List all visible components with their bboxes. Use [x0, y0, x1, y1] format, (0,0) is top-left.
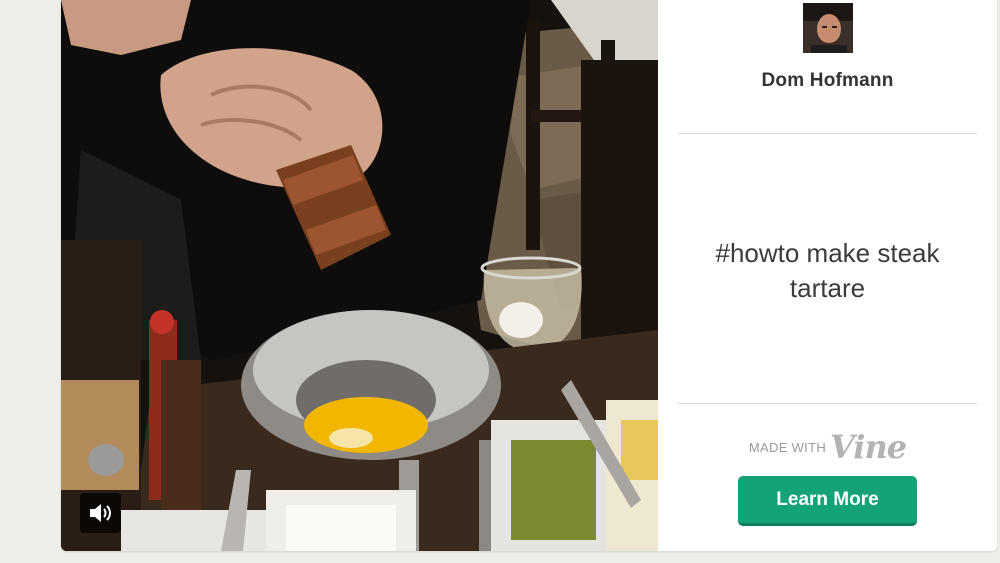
divider-bottom	[678, 403, 977, 404]
post-sidebar: Dom Hofmann #howto make steak tartare MA…	[658, 0, 997, 551]
divider-top	[678, 133, 977, 134]
avatar[interactable]	[803, 3, 853, 53]
video-player[interactable]	[61, 0, 658, 551]
author-name[interactable]: Dom Hofmann	[658, 70, 997, 92]
speaker-volume-icon	[89, 504, 111, 522]
avatar-portrait	[803, 3, 853, 53]
learn-more-button[interactable]: Learn More	[738, 476, 917, 526]
vine-logo: Vine	[830, 428, 907, 466]
video-frame	[61, 0, 658, 551]
made-with-vine[interactable]: MADE WITH Vine	[658, 430, 997, 464]
vine-embed-card: Dom Hofmann #howto make steak tartare MA…	[61, 0, 997, 551]
made-with-label: MADE WITH	[748, 439, 827, 455]
post-caption: #howto make steak tartare	[715, 238, 940, 303]
sound-toggle-button[interactable]	[80, 493, 121, 533]
